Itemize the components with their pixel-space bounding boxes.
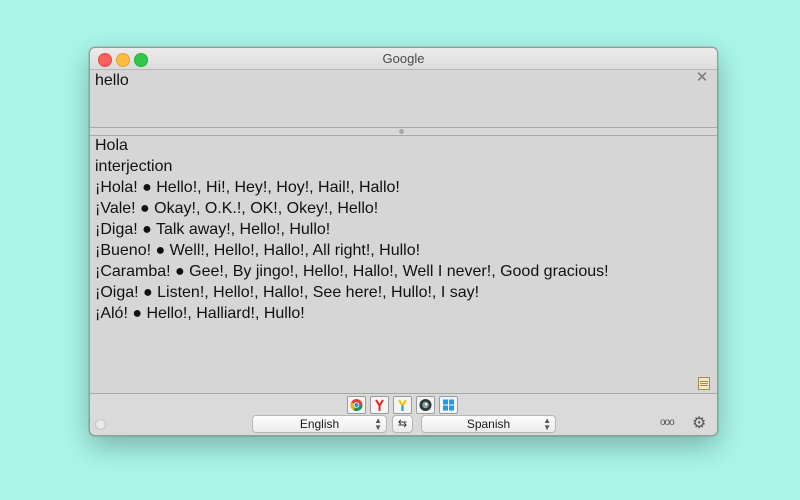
google-engine-icon[interactable] (347, 396, 366, 414)
status-indicator (95, 419, 106, 430)
target-language-label: Spanish (466, 417, 511, 431)
source-language-select[interactable]: English ▲ ▼ (252, 415, 387, 433)
yandex-engine-icon[interactable] (370, 396, 389, 414)
output-line: Hola (95, 137, 128, 154)
yandex-alt-engine-icon[interactable] (393, 396, 412, 414)
clear-icon[interactable]: ✕ (695, 70, 709, 85)
more-options-icon[interactable]: ooo (660, 417, 675, 428)
output-line: ¡Diga! ● Talk away!, Hello!, Hullo! (95, 221, 331, 238)
input-text-area[interactable]: hello ✕ (90, 70, 717, 128)
output-line: interjection (95, 158, 173, 175)
bing-engine-icon[interactable] (439, 396, 458, 414)
chevron-updown-icon: ▲ ▼ (543, 416, 551, 432)
pane-splitter[interactable] (90, 128, 717, 136)
input-text[interactable]: hello (95, 72, 129, 90)
output-line: ¡Vale! ● Okay!, O.K.!, OK!, Okey!, Hello… (95, 200, 379, 217)
notes-icon[interactable] (698, 377, 710, 390)
output-line: ¡Bueno! ● Well!, Hello!, Hallo!, All rig… (95, 242, 421, 259)
output-line: ¡Hola! ● Hello!, Hi!, Hey!, Hoy!, Hail!,… (95, 179, 400, 196)
chevron-updown-icon: ▲ ▼ (374, 416, 382, 432)
window-title: Google (382, 51, 425, 66)
deepl-engine-icon[interactable] (416, 396, 435, 414)
translator-window: Google hello ✕ Hola interjection ¡Hola! … (89, 47, 718, 436)
output-line: ¡Aló! ● Hello!, Halliard!, Hullo! (95, 305, 305, 322)
output-line: ¡Oiga! ● Listen!, Hello!, Hallo!, See he… (95, 284, 480, 301)
target-language-select[interactable]: Spanish ▲ ▼ (421, 415, 556, 433)
title-bar: Google (90, 48, 717, 70)
gear-icon[interactable]: ⚙ (692, 413, 706, 433)
output-text-area[interactable]: Hola interjection ¡Hola! ● Hello!, Hi!, … (90, 136, 717, 394)
source-language-label: English (299, 417, 340, 431)
bottom-toolbar: English ▲ ▼ ⇆ Spanish ▲ ▼ ooo ⚙ (90, 394, 717, 435)
splitter-handle[interactable] (399, 129, 404, 134)
output-line: ¡Caramba! ● Gee!, By jingo!, Hello!, Hal… (95, 263, 609, 280)
swap-languages-button[interactable]: ⇆ (392, 415, 413, 433)
